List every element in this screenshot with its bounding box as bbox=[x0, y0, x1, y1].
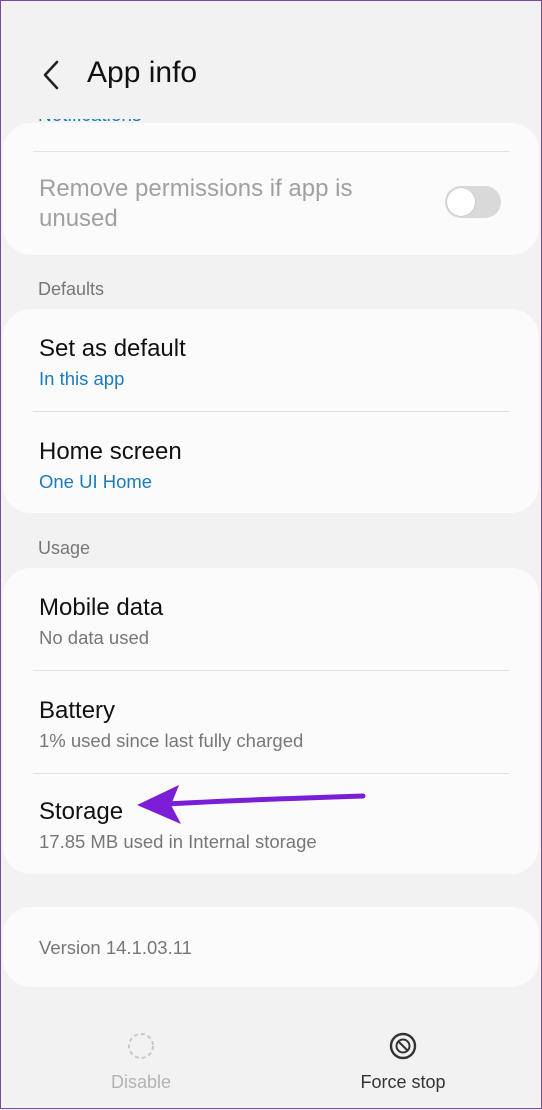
usage-card: Mobile data No data used Battery 1% used… bbox=[3, 568, 539, 874]
set-as-default-title: Set as default bbox=[39, 335, 186, 362]
battery-title: Battery bbox=[39, 697, 116, 724]
app-bar: App info bbox=[1, 1, 541, 119]
home-screen-row[interactable]: Home screen One UI Home bbox=[3, 412, 539, 513]
remove-permissions-label: Remove permissions if app is unused bbox=[39, 175, 353, 232]
force-stop-icon bbox=[389, 1032, 417, 1060]
mobile-data-subtitle: No data used bbox=[39, 627, 150, 648]
home-screen-title: Home screen bbox=[39, 438, 182, 465]
storage-title: Storage bbox=[39, 798, 124, 825]
storage-subtitle: 17.85 MB used in Internal storage bbox=[39, 831, 317, 852]
force-stop-label: Force stop bbox=[360, 1072, 446, 1092]
remove-permissions-toggle[interactable] bbox=[445, 186, 501, 218]
back-button[interactable] bbox=[31, 53, 71, 97]
page-title: App info bbox=[87, 56, 198, 89]
set-as-default-subtitle: In this app bbox=[39, 368, 125, 389]
force-stop-button[interactable]: Force stop bbox=[283, 1001, 523, 1110]
version-card: Version 14.1.03.11 bbox=[3, 907, 539, 987]
defaults-section-label: Defaults bbox=[38, 279, 105, 299]
battery-subtitle: 1% used since last fully charged bbox=[39, 730, 304, 751]
mobile-data-row[interactable]: Mobile data No data used bbox=[3, 568, 539, 670]
version-label: Version 14.1.03.11 bbox=[39, 937, 192, 958]
storage-row[interactable]: Storage 17.85 MB used in Internal storag… bbox=[3, 774, 539, 874]
bottom-action-bar: Disable Force stop bbox=[1, 1001, 541, 1110]
mobile-data-title: Mobile data bbox=[39, 594, 164, 621]
disable-button[interactable]: Disable bbox=[21, 1001, 261, 1110]
disable-label: Disable bbox=[110, 1072, 172, 1092]
set-as-default-row[interactable]: Set as default In this app bbox=[3, 309, 539, 411]
home-screen-subtitle: One UI Home bbox=[39, 471, 153, 492]
chevron-left-icon bbox=[43, 60, 59, 90]
disable-icon bbox=[128, 1033, 154, 1059]
battery-row[interactable]: Battery 1% used since last fully charged bbox=[3, 671, 539, 773]
defaults-card: Set as default In this app Home screen O… bbox=[3, 309, 539, 513]
toggle-knob bbox=[447, 188, 475, 216]
usage-section-label: Usage bbox=[38, 538, 91, 558]
